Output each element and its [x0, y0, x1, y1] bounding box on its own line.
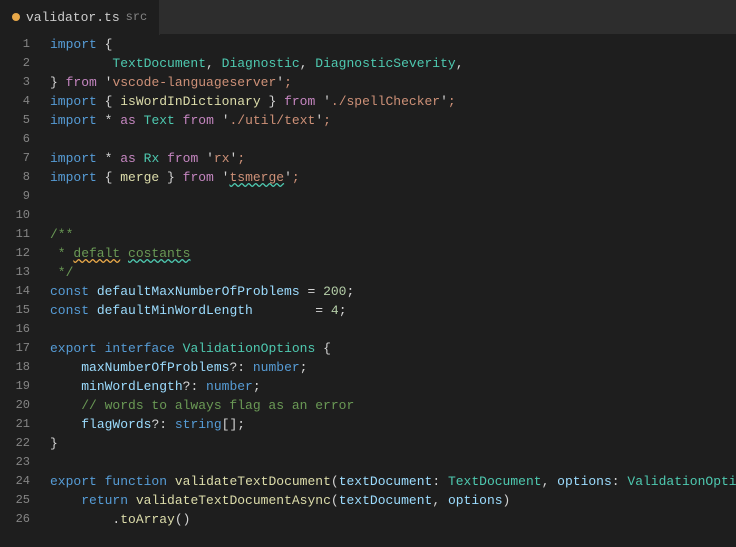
line-number: 16 [0, 320, 30, 339]
code-line: const defaultMinWordLength = 4; [50, 301, 736, 320]
code-line: TextDocument, Diagnostic, DiagnosticSeve… [50, 54, 736, 73]
editor-tab[interactable]: validator.ts src [0, 0, 160, 35]
code-area: import { TextDocument, Diagnostic, Diagn… [40, 35, 736, 547]
line-number: 19 [0, 377, 30, 396]
tab-path: src [126, 10, 148, 24]
code-line: import * as Rx from 'rx'; [50, 149, 736, 168]
line-number: 1 [0, 35, 30, 54]
code-line: } from 'vscode-languageserver'; [50, 73, 736, 92]
code-line: /** [50, 225, 736, 244]
line-number: 10 [0, 206, 30, 225]
code-line: * defalt costants [50, 244, 736, 263]
line-number: 23 [0, 453, 30, 472]
code-line [50, 206, 736, 225]
line-number: 9 [0, 187, 30, 206]
line-number: 21 [0, 415, 30, 434]
code-line: import * as Text from './util/text'; [50, 111, 736, 130]
code-line: const defaultMaxNumberOfProblems = 200; [50, 282, 736, 301]
line-number: 11 [0, 225, 30, 244]
code-line: export interface ValidationOptions { [50, 339, 736, 358]
code-line: minWordLength?: number; [50, 377, 736, 396]
code-line [50, 453, 736, 472]
line-number: 15 [0, 301, 30, 320]
code-line: import { isWordInDictionary } from './sp… [50, 92, 736, 111]
line-number: 22 [0, 434, 30, 453]
code-line: import { merge } from 'tsmerge'; [50, 168, 736, 187]
code-line [50, 187, 736, 206]
modified-dot [12, 13, 20, 21]
line-number: 18 [0, 358, 30, 377]
line-number: 26 [0, 510, 30, 529]
line-number: 24 [0, 472, 30, 491]
line-number: 20 [0, 396, 30, 415]
code-line: .toArray() [50, 510, 736, 529]
line-number: 14 [0, 282, 30, 301]
line-number: 2 [0, 54, 30, 73]
line-number: 17 [0, 339, 30, 358]
line-number: 6 [0, 130, 30, 149]
code-line: // words to always flag as an error [50, 396, 736, 415]
code-line: } [50, 434, 736, 453]
code-line: import { [50, 35, 736, 54]
code-line: export function validateTextDocument(tex… [50, 472, 736, 491]
line-number: 25 [0, 491, 30, 510]
line-number: 7 [0, 149, 30, 168]
code-line [50, 320, 736, 339]
code-line: maxNumberOfProblems?: number; [50, 358, 736, 377]
line-number: 4 [0, 92, 30, 111]
code-line: flagWords?: string[]; [50, 415, 736, 434]
line-number: 13 [0, 263, 30, 282]
line-number: 12 [0, 244, 30, 263]
code-line: */ [50, 263, 736, 282]
line-numbers: 1234567891011121314151617181920212223242… [0, 35, 40, 547]
line-number: 3 [0, 73, 30, 92]
code-line [50, 130, 736, 149]
line-number: 5 [0, 111, 30, 130]
tab-filename: validator.ts [26, 10, 120, 25]
code-line: return validateTextDocumentAsync(textDoc… [50, 491, 736, 510]
line-number: 8 [0, 168, 30, 187]
tab-bar: validator.ts src [0, 0, 736, 35]
